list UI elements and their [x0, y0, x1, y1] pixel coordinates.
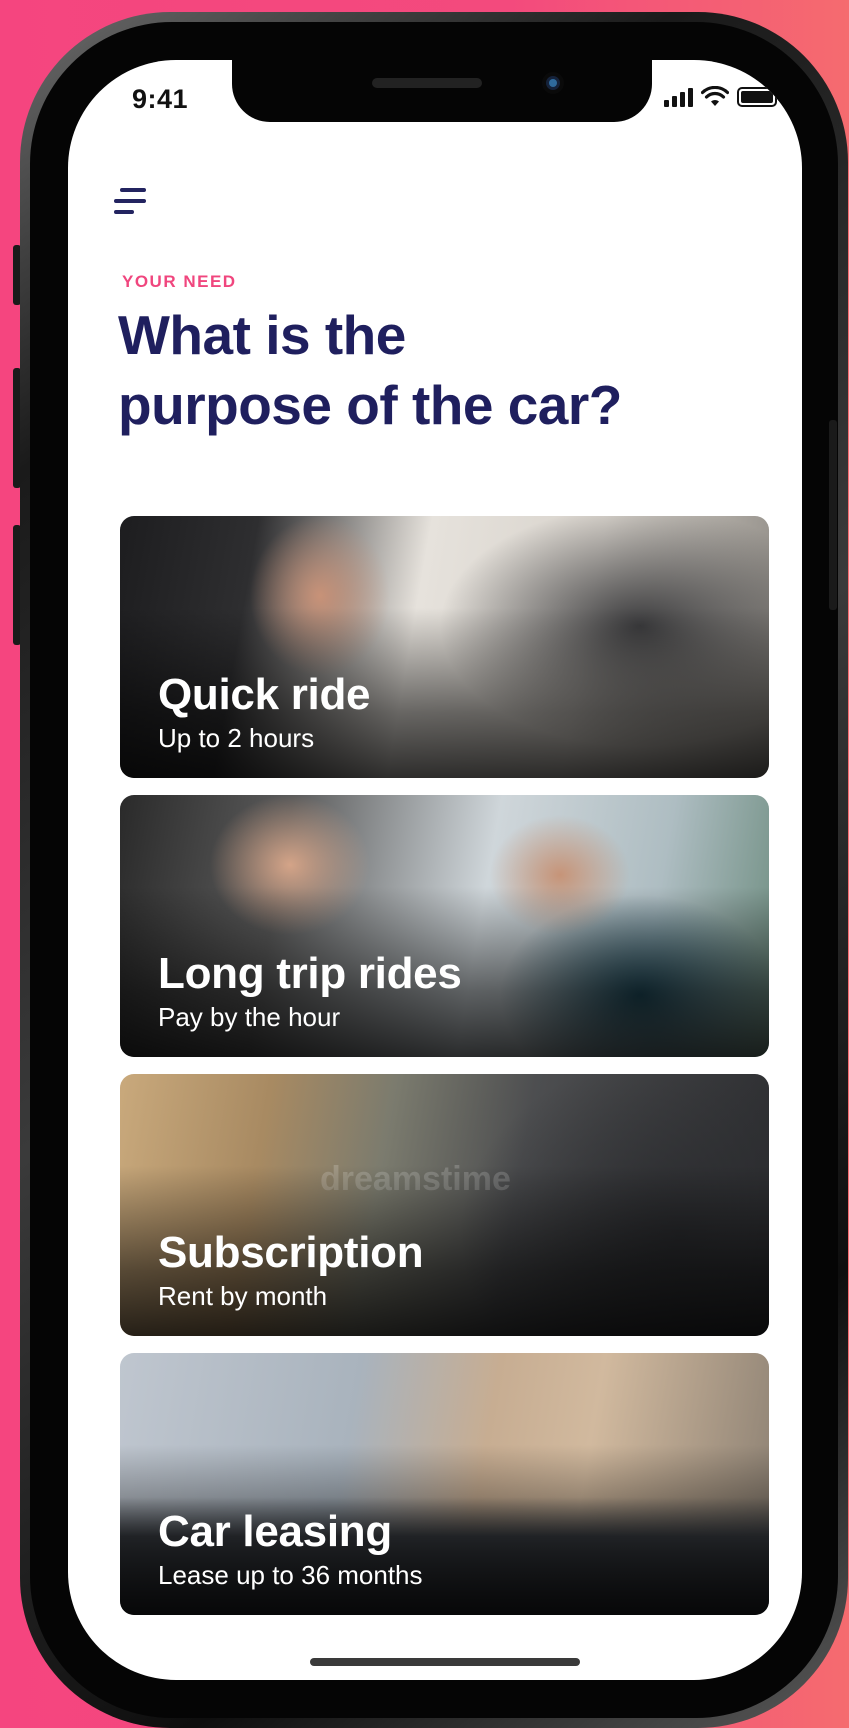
card-long-trip-rides[interactable]: Long trip rides Pay by the hour [120, 795, 769, 1057]
card-quick-ride[interactable]: Quick ride Up to 2 hours [120, 516, 769, 778]
card-car-leasing[interactable]: Car leasing Lease up to 36 months [120, 1353, 769, 1615]
page-title: What is the purpose of the car? [118, 300, 698, 440]
status-time: 9:41 [132, 84, 189, 114]
home-indicator[interactable] [310, 1658, 580, 1666]
phone-frame: 9:41 YOUR NEED What is the purpose of th… [20, 12, 848, 1728]
card-title: Long trip rides [158, 949, 462, 998]
card-subscription[interactable]: dreamstime Subscription Rent by month [120, 1074, 769, 1336]
card-title: Car leasing [158, 1507, 392, 1556]
speaker-grille [372, 78, 482, 88]
status-icons [664, 86, 781, 108]
card-subtitle: Lease up to 36 months [158, 1560, 423, 1590]
card-title: Quick ride [158, 670, 371, 719]
cellular-signal-icon [664, 87, 693, 107]
front-camera [542, 72, 564, 94]
card-subtitle: Up to 2 hours [158, 723, 315, 753]
battery-icon [737, 87, 781, 107]
card-title: Subscription [158, 1228, 424, 1277]
phone-bezel: 9:41 YOUR NEED What is the purpose of th… [30, 22, 838, 1718]
menu-icon[interactable] [114, 186, 150, 216]
section-eyebrow: YOUR NEED [122, 272, 237, 291]
card-subtitle: Pay by the hour [158, 1002, 341, 1032]
card-subtitle: Rent by month [158, 1281, 328, 1311]
page-title-line-1: What is the [118, 304, 406, 366]
power-button [829, 420, 837, 610]
page-title-line-2: purpose of the car? [118, 374, 622, 436]
notch [232, 60, 652, 122]
app-screen: 9:41 YOUR NEED What is the purpose of th… [68, 60, 802, 1680]
wifi-icon [701, 86, 729, 106]
